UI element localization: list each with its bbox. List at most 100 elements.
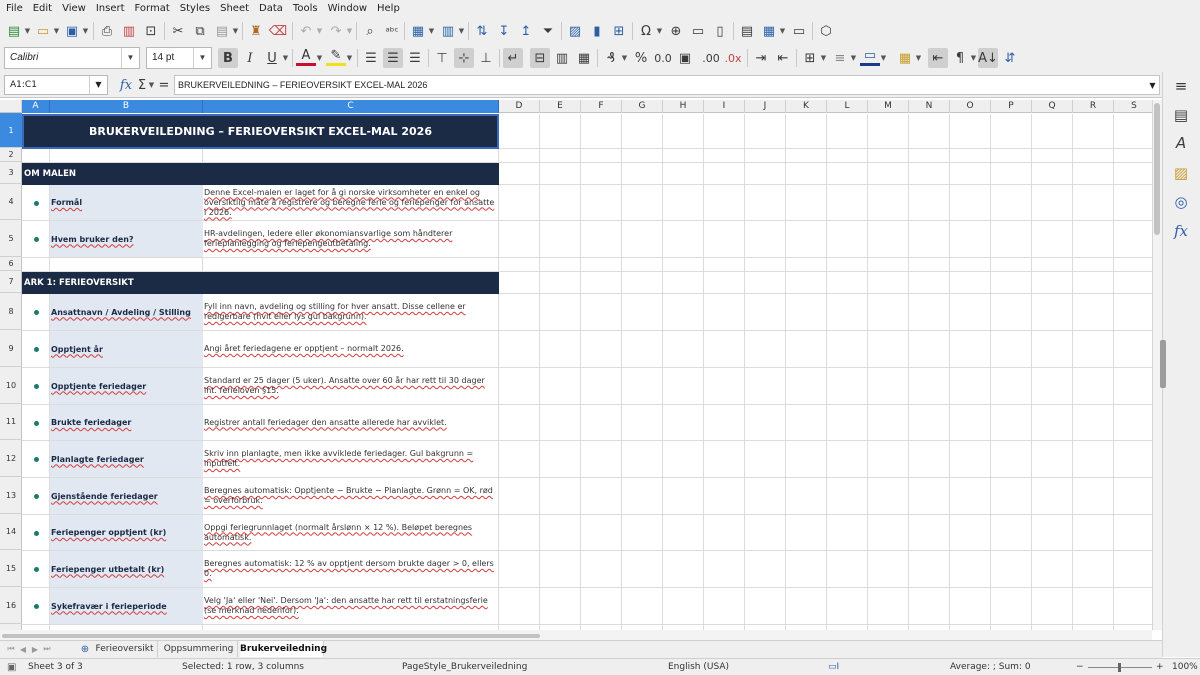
column-header-a[interactable]: A xyxy=(22,100,50,113)
unmerge-cells-icon[interactable]: ▦ xyxy=(574,48,594,68)
text-orientation-icon[interactable]: ⇵ xyxy=(1000,48,1020,68)
cut-icon[interactable]: ✂ xyxy=(168,21,188,41)
align-right-icon[interactable]: ☰ xyxy=(405,48,425,68)
select-all-corner[interactable] xyxy=(0,100,22,113)
highlight-color-icon[interactable]: ✎ xyxy=(326,48,346,66)
font-name-box[interactable]: Calibri ▼ xyxy=(4,47,140,69)
menu-help[interactable]: Help xyxy=(377,1,400,17)
font-size-box[interactable]: 14 pt ▼ xyxy=(146,47,212,69)
field-label[interactable]: Brukte feriedager xyxy=(51,405,201,440)
save-dropdown-icon[interactable]: ▼ xyxy=(82,21,89,41)
redo-icon[interactable]: ↷ xyxy=(326,21,346,41)
borders-dropdown-icon[interactable]: ▼ xyxy=(820,48,827,68)
freeze-dropdown-icon[interactable]: ▼ xyxy=(779,21,786,41)
sidebar-menu-icon[interactable]: ≡ xyxy=(1167,75,1195,97)
new-dropdown-icon[interactable]: ▼ xyxy=(24,21,31,41)
font-color-dropdown-icon[interactable]: ▼ xyxy=(316,48,323,68)
field-label[interactable]: Hvem bruker den? xyxy=(51,221,201,257)
properties-icon[interactable]: ▤ xyxy=(1167,104,1195,126)
field-description[interactable]: Skriv inn planlagte, men ikke avviklede … xyxy=(204,441,498,477)
insert-image-icon[interactable]: ▨ xyxy=(565,21,585,41)
clear-formatting-icon[interactable]: ⌫ xyxy=(268,21,288,41)
conditional-format-icon[interactable]: ▦ xyxy=(895,48,915,68)
column-header-i[interactable]: I xyxy=(704,100,745,113)
merge-center-icon[interactable]: ⊟ xyxy=(530,48,550,68)
find-replace-icon[interactable]: ⌕ xyxy=(360,21,380,41)
column-header-b[interactable]: B xyxy=(50,100,203,113)
percent-format-icon[interactable]: % xyxy=(631,48,651,68)
tab-ferieoversikt[interactable]: Ferieoversikt xyxy=(92,641,158,657)
menu-sheet[interactable]: Sheet xyxy=(220,1,249,17)
column-header-k[interactable]: K xyxy=(786,100,827,113)
clone-formatting-icon[interactable]: ♜ xyxy=(246,21,266,41)
paste-dropdown-icon[interactable]: ▼ xyxy=(232,21,239,41)
highlight-dropdown-icon[interactable]: ▼ xyxy=(346,48,353,68)
column-header-n[interactable]: N xyxy=(909,100,950,113)
open-folder-icon[interactable]: ▭ xyxy=(33,21,53,41)
column-icon[interactable]: ▥ xyxy=(438,21,458,41)
define-print-area-icon[interactable]: ▤ xyxy=(737,21,757,41)
name-box[interactable]: A1:C1 ▼ xyxy=(4,75,108,95)
undo-dropdown-icon[interactable]: ▼ xyxy=(316,21,323,41)
field-description[interactable]: Fyll inn navn, avdeling og stilling for … xyxy=(204,294,498,330)
row-icon[interactable]: ▦ xyxy=(408,21,428,41)
column-header-e[interactable]: E xyxy=(540,100,581,113)
styles-icon[interactable]: A xyxy=(1167,132,1195,154)
functions-icon[interactable]: fx xyxy=(1167,220,1195,242)
special-character-dropdown-icon[interactable]: ▼ xyxy=(656,21,663,41)
paste-icon[interactable]: ▤ xyxy=(212,21,232,41)
column-header-q[interactable]: Q xyxy=(1032,100,1073,113)
open-dropdown-icon[interactable]: ▼ xyxy=(53,21,60,41)
decrease-indent-icon[interactable]: ⇤ xyxy=(773,48,793,68)
font-name-dropdown-icon[interactable]: ▼ xyxy=(121,48,139,68)
row-header-4[interactable]: 4 xyxy=(0,184,22,220)
border-style-dropdown-icon[interactable]: ▼ xyxy=(850,48,857,68)
merge-cells-icon[interactable]: ▥ xyxy=(552,48,572,68)
formula-input[interactable]: BRUKERVEILEDNING – FERIEOVERSIKT EXCEL-M… xyxy=(174,75,1160,95)
column-dropdown-icon[interactable]: ▼ xyxy=(458,21,465,41)
font-size-dropdown-icon[interactable]: ▼ xyxy=(193,48,211,68)
field-description[interactable]: Denne Excel-malen er laget for å gi nors… xyxy=(204,185,498,220)
column-header-r[interactable]: R xyxy=(1073,100,1114,113)
row-header-5[interactable]: 5 xyxy=(0,220,22,257)
wrap-text-icon[interactable]: ↵ xyxy=(503,48,523,68)
document-modified-icon[interactable]: ▣ xyxy=(7,659,16,675)
row-header-3[interactable]: 3 xyxy=(0,162,22,184)
redo-dropdown-icon[interactable]: ▼ xyxy=(346,21,353,41)
column-header-f[interactable]: F xyxy=(581,100,622,113)
field-description[interactable]: Beregnes automatisk: Opptjente − Brukte … xyxy=(204,478,498,514)
increase-indent-icon[interactable]: ⇥ xyxy=(751,48,771,68)
next-sheet-icon[interactable]: ▶ xyxy=(30,643,40,655)
field-description[interactable]: HR-avdelingen, ledere eller økonomiansva… xyxy=(204,221,498,257)
field-description[interactable]: Oppgi feriegrunnlaget (normalt årslønn ×… xyxy=(204,515,498,550)
language[interactable]: English (USA) xyxy=(668,659,729,675)
menu-window[interactable]: Window xyxy=(328,1,367,17)
underline-dropdown-icon[interactable]: ▼ xyxy=(282,48,289,68)
vertical-scroll-thumb[interactable] xyxy=(1154,103,1160,235)
first-sheet-icon[interactable]: ⏮ xyxy=(6,643,16,655)
tab-brukerveiledning[interactable]: Brukerveiledning xyxy=(240,641,327,657)
special-character-icon[interactable]: Ω xyxy=(636,21,656,41)
menu-insert[interactable]: Insert xyxy=(96,1,125,17)
undo-icon[interactable]: ↶ xyxy=(296,21,316,41)
borders-icon[interactable]: ⊞ xyxy=(800,48,820,68)
field-label[interactable]: Feriepenger opptjent (kr) xyxy=(51,515,201,550)
insert-chart-icon[interactable]: ▮ xyxy=(587,21,607,41)
field-label[interactable]: Gjenstående feriedager xyxy=(51,478,201,514)
formula-equals-icon[interactable]: = xyxy=(154,75,174,95)
column-header-c[interactable]: C xyxy=(203,100,499,113)
row-header-9[interactable]: 9 xyxy=(0,330,22,367)
column-header-h[interactable]: H xyxy=(663,100,704,113)
menu-styles[interactable]: Styles xyxy=(180,1,210,17)
save-icon[interactable]: ▣ xyxy=(62,21,82,41)
field-label[interactable]: Sykefravær i ferieperiode xyxy=(51,588,201,624)
sort-ascending-icon[interactable]: ↧ xyxy=(494,21,514,41)
pdf-icon[interactable]: ▥ xyxy=(119,21,139,41)
field-description[interactable]: Beregnes automatisk: 12 % av opptjent de… xyxy=(204,551,498,587)
column-header-d[interactable]: D xyxy=(499,100,540,113)
print-preview-icon[interactable]: ⊡ xyxy=(141,21,161,41)
field-label[interactable]: Opptjent år xyxy=(51,331,201,367)
copy-icon[interactable]: ⧉ xyxy=(190,21,210,41)
underline-icon[interactable]: U xyxy=(262,48,282,68)
pivot-table-icon[interactable]: ⊞ xyxy=(609,21,629,41)
